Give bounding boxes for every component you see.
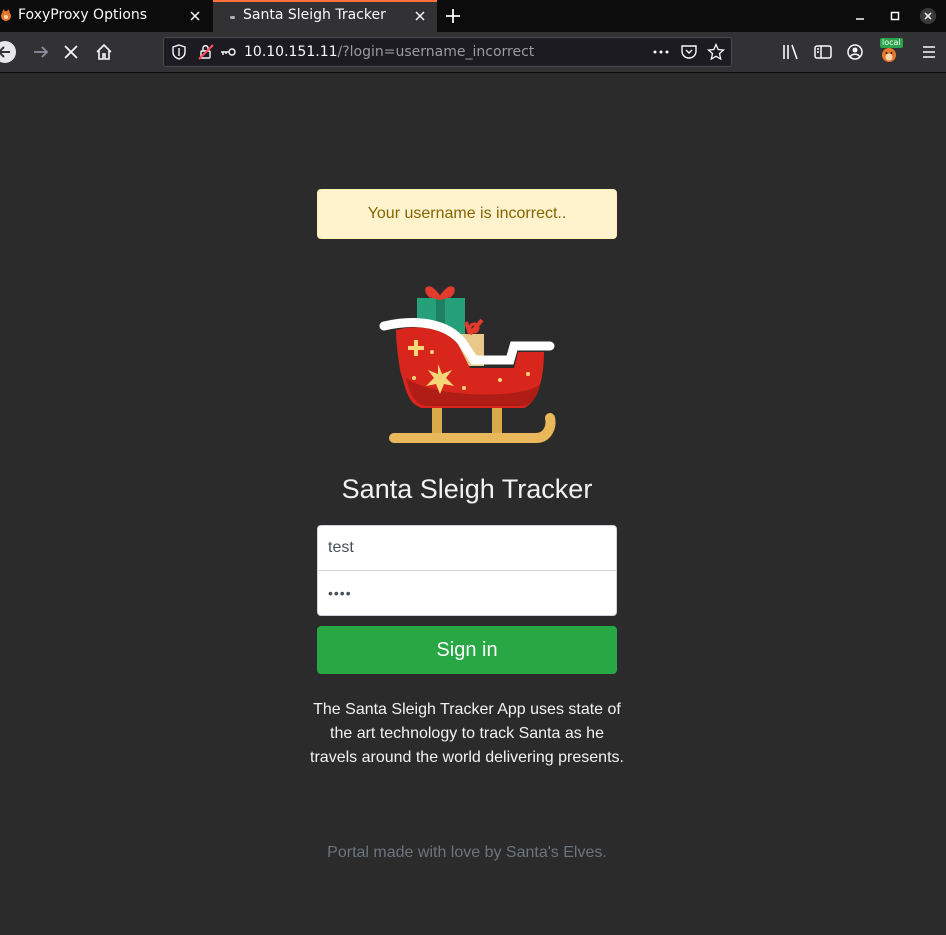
sidebar-icon[interactable] bbox=[812, 41, 834, 63]
pocket-icon[interactable] bbox=[680, 43, 698, 61]
url-host: 10.10.151.11 bbox=[244, 44, 338, 60]
account-icon[interactable] bbox=[844, 41, 866, 63]
home-icon[interactable] bbox=[93, 41, 115, 63]
url-bar[interactable]: 10.10.151.11/?login=username_incorrect bbox=[163, 37, 732, 67]
username-input[interactable]: test bbox=[317, 525, 617, 571]
star-icon[interactable] bbox=[707, 43, 725, 61]
stop-icon[interactable] bbox=[60, 41, 82, 63]
close-tab-icon[interactable] bbox=[413, 9, 427, 23]
minimize-icon[interactable] bbox=[852, 8, 868, 24]
hamburger-icon[interactable] bbox=[918, 41, 940, 63]
foxyproxy-icon bbox=[1, 9, 11, 21]
close-tab-icon[interactable] bbox=[188, 9, 202, 23]
ellipsis-icon[interactable] bbox=[652, 43, 670, 61]
foxyproxy-extension-button[interactable]: local bbox=[878, 37, 904, 63]
tab-strip: FoxyProxy Options Santa Sleigh Tracker bbox=[0, 0, 946, 32]
login-error-alert: Your username is incorrect.. bbox=[317, 189, 617, 239]
maximize-icon[interactable] bbox=[887, 8, 903, 24]
key-icon[interactable] bbox=[219, 43, 237, 61]
insecure-lock-icon[interactable] bbox=[197, 43, 215, 61]
sign-in-button[interactable]: Sign in bbox=[317, 626, 617, 674]
window-close-icon[interactable] bbox=[920, 8, 936, 24]
tab-foxyproxy-options[interactable]: FoxyProxy Options bbox=[0, 0, 212, 32]
footer-text: Portal made with love by Santa's Elves. bbox=[327, 844, 607, 861]
arrow-right-icon[interactable] bbox=[30, 41, 52, 63]
app-description: The Santa Sleigh Tracker App uses state … bbox=[310, 701, 624, 766]
page-title: Santa Sleigh Tracker bbox=[341, 474, 593, 504]
navigation-toolbar: 10.10.151.11/?login=username_incorrect l… bbox=[0, 32, 946, 73]
extension-badge: local bbox=[880, 38, 903, 48]
tab-santa-sleigh-tracker[interactable]: Santa Sleigh Tracker bbox=[213, 0, 437, 32]
loading-icon bbox=[230, 16, 235, 19]
tab-title: FoxyProxy Options bbox=[18, 7, 148, 23]
tab-title: Santa Sleigh Tracker bbox=[243, 7, 386, 23]
library-icon[interactable] bbox=[780, 41, 802, 63]
password-input[interactable]: •••• bbox=[317, 570, 617, 616]
url-text[interactable]: 10.10.151.11/?login=username_incorrect bbox=[244, 44, 534, 60]
shield-icon[interactable] bbox=[170, 43, 188, 61]
new-tab-icon[interactable] bbox=[443, 6, 463, 26]
url-path: /?login=username_incorrect bbox=[337, 44, 535, 60]
arrow-left-icon[interactable] bbox=[0, 41, 16, 63]
page-content: Your username is incorrect.. Santa Sleig… bbox=[0, 74, 946, 935]
sleigh-logo-icon bbox=[379, 286, 556, 443]
